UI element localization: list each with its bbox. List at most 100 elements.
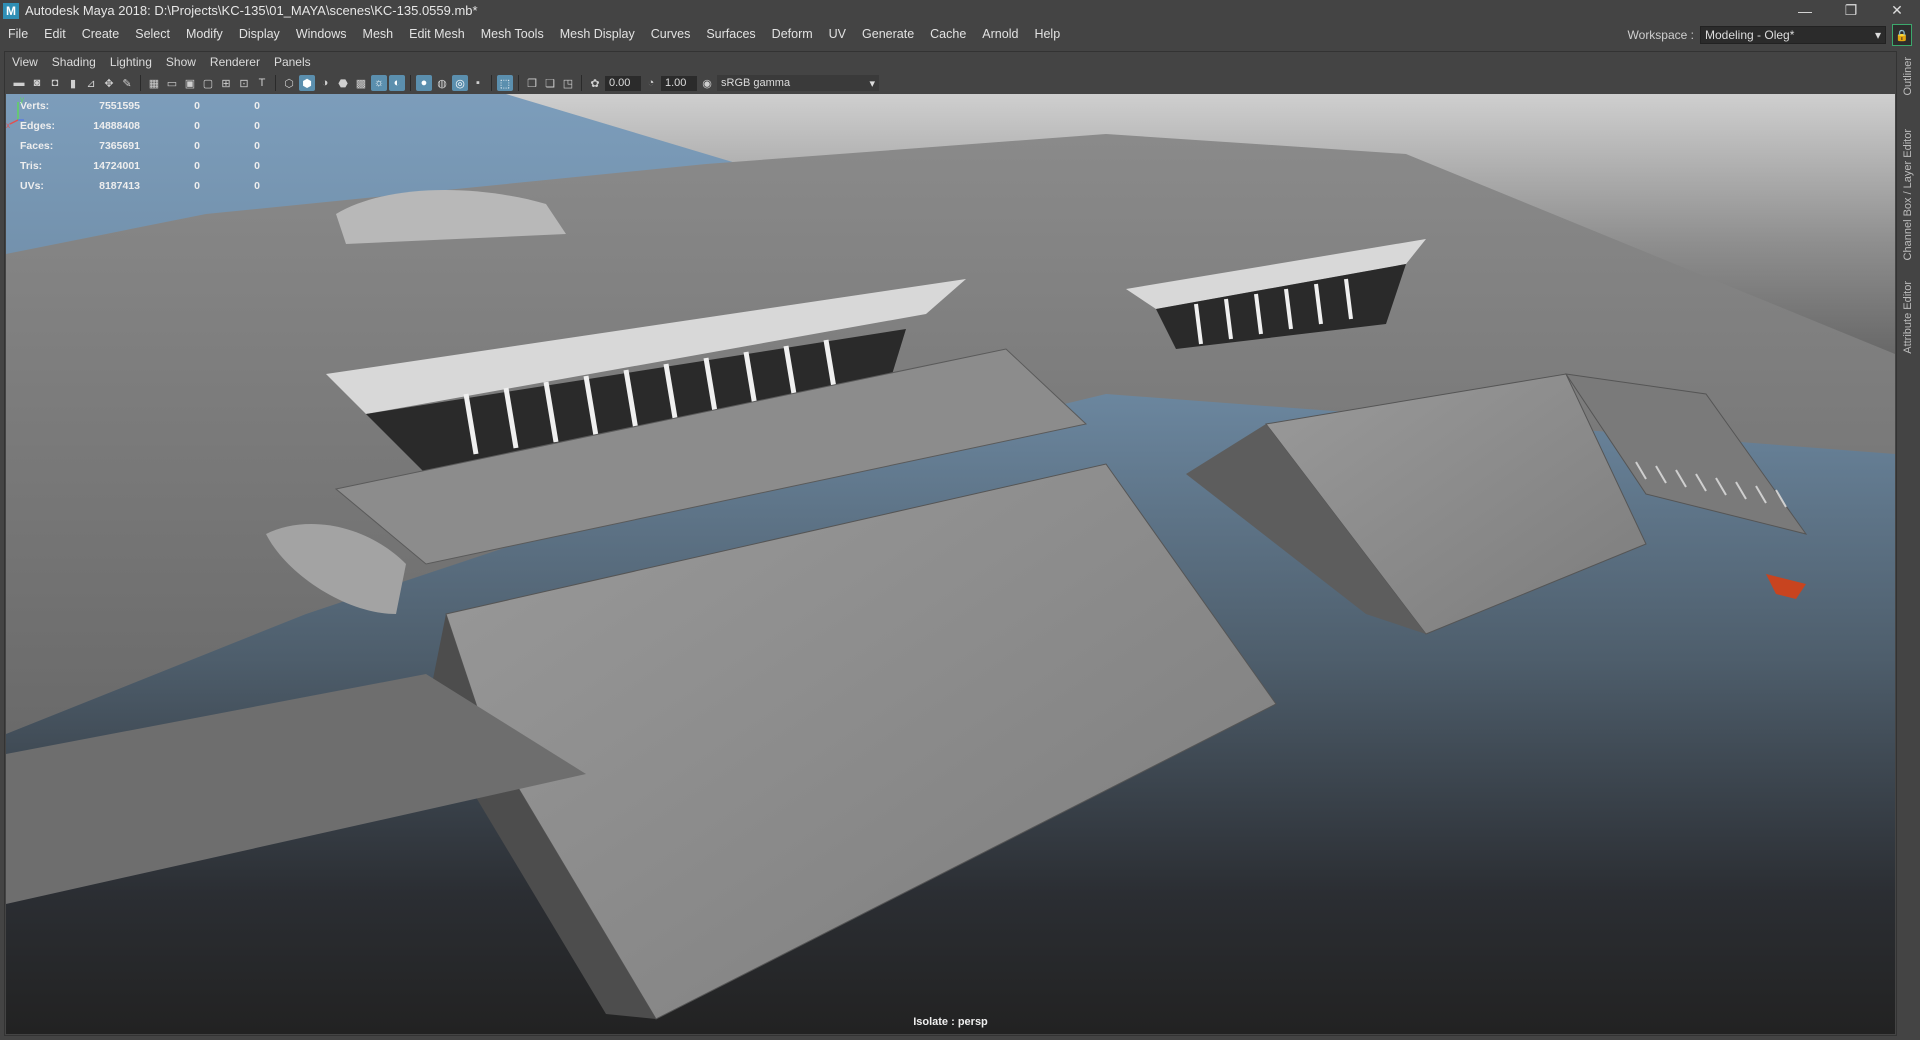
menu-create[interactable]: Create: [74, 27, 128, 41]
panel-menu-lighting[interactable]: Lighting: [103, 55, 159, 69]
bookmark-camera-icon[interactable]: ◘: [47, 75, 63, 91]
tab-outliner[interactable]: Outliner: [1902, 57, 1914, 96]
menu-edit[interactable]: Edit: [36, 27, 74, 41]
smooth-shade-icon[interactable]: ⬢: [299, 75, 315, 91]
hud-label: UVs:: [20, 180, 44, 192]
workspace-value: Modeling - Oleg*: [1705, 28, 1795, 42]
menu-modify[interactable]: Modify: [178, 27, 231, 41]
hud-component: 0: [254, 180, 260, 192]
workspace-dropdown[interactable]: Modeling - Oleg* ▾: [1700, 26, 1886, 44]
menu-select[interactable]: Select: [127, 27, 178, 41]
toolbar-separator: [491, 75, 492, 91]
panel-toolbar: ▬ ◙ ◘ ▮ ⊿ ✥ ✎ ▦ ▭ ▣ ▢ ⊞ ⊡ T ⬡ ⬢ ◑ ⬣ ▩ ☼ …: [11, 72, 879, 94]
view-axis-icon: y x: [6, 95, 24, 128]
menu-edit-mesh[interactable]: Edit Mesh: [401, 27, 473, 41]
hud-row-faces: Faces: 7365691 0 0: [20, 136, 260, 156]
viewport-panel: View Shading Lighting Show Renderer Pane…: [4, 51, 1897, 1036]
wireframe-icon[interactable]: ⬡: [281, 75, 297, 91]
gate-mask-icon[interactable]: ▢: [200, 75, 216, 91]
grease-pencil-icon[interactable]: ✎: [119, 75, 135, 91]
lock-icon[interactable]: 🔒: [1892, 24, 1912, 46]
motion-blur-icon[interactable]: ◍: [434, 75, 450, 91]
film-gate-icon[interactable]: ▭: [164, 75, 180, 91]
tab-attribute-editor[interactable]: Attribute Editor: [1902, 281, 1914, 354]
menu-file[interactable]: File: [0, 27, 36, 41]
field-chart-icon[interactable]: ⊞: [218, 75, 234, 91]
tab-channel-box[interactable]: Channel Box / Layer Editor: [1902, 129, 1914, 260]
gamma-field[interactable]: 1.00: [661, 75, 697, 91]
color-management-icon[interactable]: ◉: [699, 75, 715, 91]
poly-count-hud: Verts: 7551595 0 0 Edges: 14888408 0 0 F…: [20, 96, 260, 196]
close-button[interactable]: ✕: [1874, 0, 1920, 21]
axis-x-label: x: [6, 121, 10, 128]
hud-label: Faces:: [20, 140, 54, 152]
hud-component: 0: [254, 120, 260, 132]
image-plane-icon[interactable]: ⊿: [83, 75, 99, 91]
restore-button[interactable]: ❐: [1828, 0, 1874, 21]
grid-icon[interactable]: ▦: [146, 75, 162, 91]
toolbar-separator: [518, 75, 519, 91]
hud-value: 8187413: [99, 180, 140, 192]
hud-value: 7365691: [99, 140, 140, 152]
gamma-icon[interactable]: ◔: [643, 75, 659, 91]
side-tab-strip: Outliner Channel Box / Layer Editor Attr…: [1900, 49, 1920, 1040]
menu-deform[interactable]: Deform: [764, 27, 821, 41]
xray-joints-icon[interactable]: ❏: [542, 75, 558, 91]
wireframe-on-shaded-icon[interactable]: ⬣: [335, 75, 351, 91]
panel-menu-panels[interactable]: Panels: [267, 55, 318, 69]
panel-menu-bar: View Shading Lighting Show Renderer Pane…: [5, 52, 318, 71]
menu-help[interactable]: Help: [1026, 27, 1068, 41]
hud-selected: 0: [194, 140, 200, 152]
panel-menu-shading[interactable]: Shading: [45, 55, 103, 69]
chevron-down-icon: ▾: [1874, 28, 1881, 42]
hud-selected: 0: [194, 160, 200, 172]
3d-viewport[interactable]: Verts: 7551595 0 0 Edges: 14888408 0 0 F…: [6, 94, 1895, 1034]
hud-row-uvs: UVs: 8187413 0 0: [20, 176, 260, 196]
xray-icon[interactable]: ❐: [524, 75, 540, 91]
menu-generate[interactable]: Generate: [854, 27, 922, 41]
menu-mesh[interactable]: Mesh: [355, 27, 402, 41]
menu-surfaces[interactable]: Surfaces: [698, 27, 763, 41]
depth-of-field-icon[interactable]: ▪: [470, 75, 486, 91]
main-menu-bar: File Edit Create Select Modify Display W…: [0, 21, 1920, 47]
xray-components-icon[interactable]: ◳: [560, 75, 576, 91]
menu-cache[interactable]: Cache: [922, 27, 974, 41]
safe-title-icon[interactable]: T: [254, 75, 270, 91]
menu-display[interactable]: Display: [231, 27, 288, 41]
hud-value: 14888408: [93, 120, 140, 132]
camera-attributes-icon[interactable]: ◙: [29, 75, 45, 91]
menu-mesh-tools[interactable]: Mesh Tools: [473, 27, 552, 41]
hud-selected: 0: [194, 180, 200, 192]
menu-uv[interactable]: UV: [821, 27, 854, 41]
panel-menu-show[interactable]: Show: [159, 55, 203, 69]
isolate-select-icon[interactable]: ⬚: [497, 75, 513, 91]
workspace-label: Workspace :: [1627, 28, 1694, 42]
2d-pan-zoom-icon[interactable]: ✥: [101, 75, 117, 91]
camera-icon[interactable]: ▬: [11, 75, 27, 91]
textured-icon[interactable]: ▩: [353, 75, 369, 91]
exposure-icon[interactable]: ✿: [587, 75, 603, 91]
anti-aliasing-icon[interactable]: ◎: [452, 75, 468, 91]
hud-row-edges: Edges: 14888408 0 0: [20, 116, 260, 136]
shadows-icon[interactable]: ◐: [389, 75, 405, 91]
menu-curves[interactable]: Curves: [643, 27, 699, 41]
hud-row-tris: Tris: 14724001 0 0: [20, 156, 260, 176]
menu-mesh-display[interactable]: Mesh Display: [552, 27, 643, 41]
menu-arnold[interactable]: Arnold: [974, 27, 1026, 41]
view-transform-dropdown[interactable]: sRGB gamma ▾: [717, 75, 879, 91]
use-all-lights-icon[interactable]: ☼: [371, 75, 387, 91]
exposure-field[interactable]: 0.00: [605, 75, 641, 91]
minimize-button[interactable]: —: [1782, 0, 1828, 21]
resolution-gate-icon[interactable]: ▣: [182, 75, 198, 91]
toolbar-separator: [581, 75, 582, 91]
menu-windows[interactable]: Windows: [288, 27, 355, 41]
panel-menu-view[interactable]: View: [5, 55, 45, 69]
screen-space-ao-icon[interactable]: ●: [416, 75, 432, 91]
hud-label: Tris:: [20, 160, 43, 172]
default-material-icon[interactable]: ◑: [317, 75, 333, 91]
window-title: Autodesk Maya 2018: D:\Projects\KC-135\0…: [25, 3, 478, 18]
panel-menu-renderer[interactable]: Renderer: [203, 55, 267, 69]
safe-action-icon[interactable]: ⊡: [236, 75, 252, 91]
hud-component: 0: [254, 100, 260, 112]
bookmark-icon[interactable]: ▮: [65, 75, 81, 91]
